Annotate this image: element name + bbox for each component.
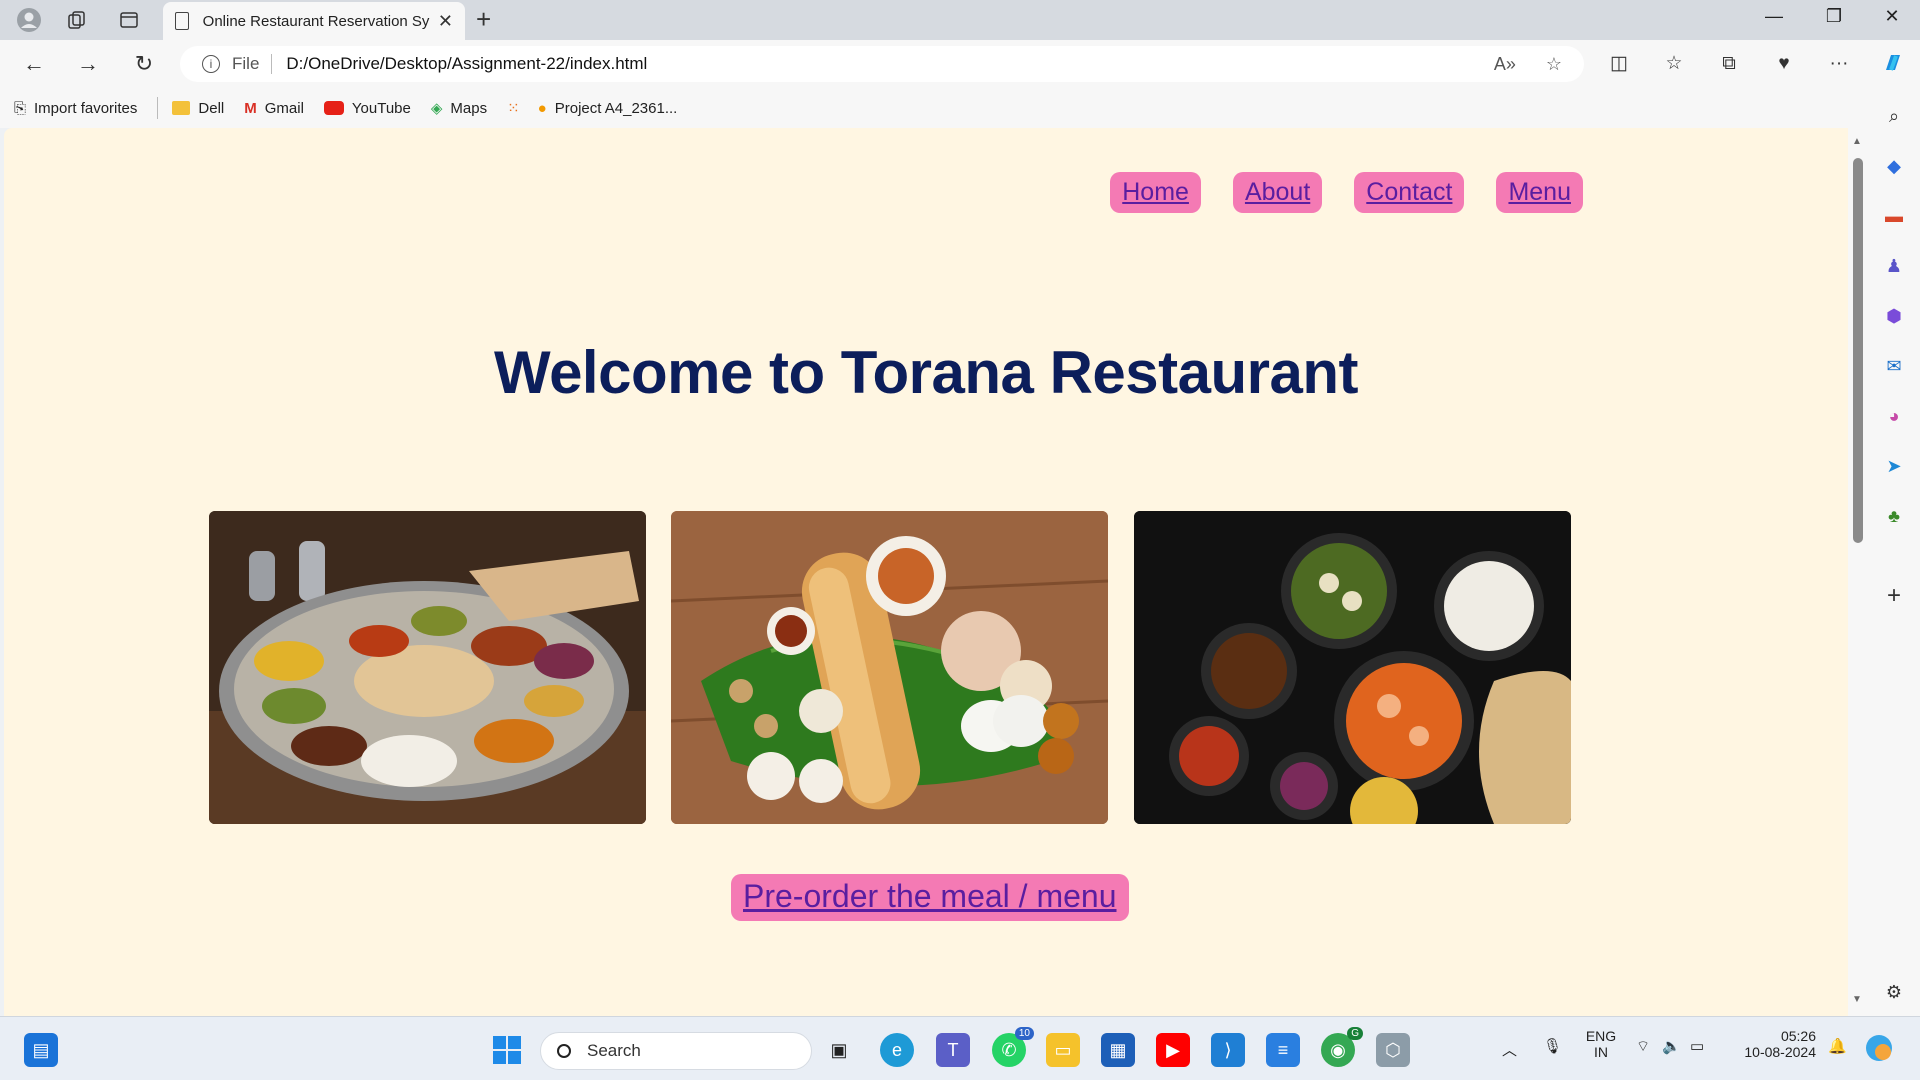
youtube-icon bbox=[323, 101, 344, 115]
search-icon bbox=[557, 1044, 571, 1058]
tree-icon[interactable]: ♣ bbox=[1880, 502, 1908, 530]
favorite-apps[interactable]: ⁙ bbox=[507, 99, 528, 117]
address-prefix: File bbox=[232, 54, 273, 74]
curries-photo bbox=[1134, 511, 1571, 824]
app-hex-icon[interactable]: ⬡ bbox=[1376, 1033, 1410, 1067]
split-screen-icon[interactable]: ◫ bbox=[1602, 50, 1636, 78]
show-hidden-icons[interactable]: ︿ bbox=[1502, 1039, 1517, 1060]
maps-icon: ◈ bbox=[430, 100, 443, 117]
copilot-taskbar-icon[interactable] bbox=[1864, 1033, 1894, 1067]
teams-icon[interactable]: T bbox=[936, 1033, 970, 1067]
back-icon[interactable]: ← bbox=[18, 50, 50, 78]
info-icon[interactable]: i bbox=[202, 55, 220, 73]
scroll-up-icon[interactable]: ▲ bbox=[1852, 136, 1862, 147]
collections-icon[interactable]: ⧉ bbox=[1712, 50, 1746, 78]
refresh-icon[interactable]: ↻ bbox=[128, 50, 160, 78]
site-nav: Home About Contact Menu bbox=[1110, 172, 1583, 213]
dosa-photo bbox=[671, 511, 1108, 824]
forward-icon[interactable]: → bbox=[72, 50, 104, 78]
folder-icon bbox=[172, 101, 191, 115]
vscode-icon[interactable]: ⟩ bbox=[1211, 1033, 1245, 1067]
language-indicator[interactable]: ENG IN bbox=[1584, 1028, 1618, 1060]
favorite-gmail[interactable]: M Gmail bbox=[244, 100, 304, 117]
clock[interactable]: 05:26 10-08-2024 bbox=[1736, 1028, 1816, 1060]
nav-home-link[interactable]: Home bbox=[1110, 172, 1201, 213]
task-view-icon[interactable]: ▣ bbox=[822, 1033, 856, 1067]
nav-about-link[interactable]: About bbox=[1232, 172, 1323, 213]
divider bbox=[157, 97, 159, 119]
add-icon[interactable]: + bbox=[1880, 582, 1908, 610]
read-aloud-icon[interactable]: A» bbox=[1494, 54, 1516, 75]
minimize-icon[interactable]: — bbox=[1754, 6, 1794, 27]
restore-icon[interactable]: ❐ bbox=[1814, 6, 1854, 27]
file-explorer-icon[interactable]: ▭ bbox=[1046, 1033, 1080, 1067]
nav-menu-link[interactable]: Menu bbox=[1496, 172, 1583, 213]
page-heading: Welcome to Torana Restaurant bbox=[494, 339, 1358, 406]
favorite-dell[interactable]: Dell bbox=[172, 100, 224, 117]
favorite-import[interactable]: ⎘ Import favorites bbox=[14, 100, 137, 117]
more-options-icon[interactable]: ··· bbox=[1822, 50, 1856, 78]
gmail-icon: M bbox=[244, 99, 257, 117]
store-icon[interactable]: ▦ bbox=[1101, 1033, 1135, 1067]
scrollbar-thumb[interactable] bbox=[1853, 158, 1863, 543]
edge-sidebar: ⌕ ◆ ▬ ♟ ⬢ ✉ ◕ ➤ ♣ + ⚙ bbox=[1868, 88, 1920, 1016]
youtube-app-icon[interactable]: ▶ bbox=[1156, 1033, 1190, 1067]
nav-contact-link[interactable]: Contact bbox=[1354, 172, 1465, 213]
widgets-icon[interactable]: ▤ bbox=[24, 1033, 58, 1067]
chrome-profile-badge: G bbox=[1347, 1027, 1363, 1040]
workspaces-icon[interactable] bbox=[62, 6, 92, 34]
new-tab-icon[interactable]: + bbox=[476, 4, 491, 35]
scroll-down-icon[interactable]: ▼ bbox=[1852, 994, 1862, 1005]
tab-title: Online Restaurant Reservation Sy bbox=[202, 12, 430, 30]
designer-icon[interactable]: ◕ bbox=[1880, 402, 1908, 430]
settings-gear-icon[interactable]: ⚙ bbox=[1880, 978, 1908, 1006]
favorites-icon[interactable]: ☆ bbox=[1657, 50, 1691, 78]
favorite-star-icon[interactable]: ☆ bbox=[1546, 54, 1562, 75]
close-tab-icon[interactable]: ✕ bbox=[438, 11, 453, 32]
tools-icon[interactable]: ▬ bbox=[1880, 202, 1908, 230]
office-icon[interactable]: ⬢ bbox=[1880, 302, 1908, 330]
thali-photo bbox=[209, 511, 646, 824]
edge-icon[interactable]: e bbox=[880, 1033, 914, 1067]
battery-icon[interactable]: ▭ bbox=[1690, 1037, 1704, 1055]
shopping-tag-icon[interactable]: ◆ bbox=[1880, 152, 1908, 180]
favorites-bar: ⎘ Import favorites Dell M Gmail YouTube … bbox=[0, 88, 1920, 128]
whatsapp-icon[interactable]: ✆ 10 bbox=[992, 1027, 1034, 1067]
telegram-icon[interactable]: ➤ bbox=[1880, 452, 1908, 480]
chrome-icon[interactable]: ◉ G bbox=[1321, 1027, 1363, 1067]
taskbar: ▤ Search ▣ e T ✆ 10 ▭ ▦ ▶ ⟩ ≡ ◉ G ⬡ ︿ 🎙 EN… bbox=[0, 1016, 1920, 1080]
profile-icon[interactable] bbox=[14, 6, 44, 34]
volume-icon[interactable]: 🔈 bbox=[1662, 1037, 1681, 1055]
start-icon[interactable] bbox=[490, 1033, 524, 1067]
title-bar: Online Restaurant Reservation Sy ✕ + — ❐… bbox=[0, 0, 1920, 40]
document-icon bbox=[175, 12, 189, 30]
search-icon[interactable]: ⌕ bbox=[1880, 102, 1908, 130]
address-bar[interactable]: i File D:/OneDrive/Desktop/Assignment-22… bbox=[180, 46, 1584, 82]
page-viewport: Home About Contact Menu Welcome to Toran… bbox=[4, 128, 1848, 1016]
apps-icon: ⁙ bbox=[507, 100, 520, 117]
taskbar-search-placeholder: Search bbox=[587, 1041, 641, 1060]
microphone-icon[interactable]: 🎙 bbox=[1543, 1037, 1562, 1055]
page-scrollbar[interactable]: ▲ ▼ bbox=[1848, 128, 1868, 1016]
outlook-icon[interactable]: ✉ bbox=[1880, 352, 1908, 380]
tab-actions-icon[interactable] bbox=[114, 6, 144, 34]
whatsapp-badge: 10 bbox=[1014, 1027, 1034, 1040]
favorite-youtube[interactable]: YouTube bbox=[323, 100, 411, 117]
taskbar-search[interactable]: Search bbox=[540, 1032, 812, 1070]
flame-icon: ● bbox=[537, 99, 547, 117]
url-text[interactable]: D:/OneDrive/Desktop/Assignment-22/index.… bbox=[286, 54, 1463, 74]
favorite-maps[interactable]: ◈ Maps bbox=[430, 99, 487, 118]
notification-bell-icon[interactable]: 🔔 bbox=[1828, 1037, 1847, 1055]
favorite-project[interactable]: ● Project A4_2361... bbox=[538, 100, 678, 117]
preorder-button[interactable]: Pre-order the meal / menu bbox=[731, 874, 1129, 921]
tab-active[interactable]: Online Restaurant Reservation Sy ✕ bbox=[163, 2, 465, 40]
close-window-icon[interactable]: ✕ bbox=[1872, 6, 1912, 27]
games-icon[interactable]: ♟ bbox=[1880, 252, 1908, 280]
wifi-icon[interactable]: ⌔ bbox=[1636, 1037, 1650, 1056]
navigation-bar: ← → ↻ i File D:/OneDrive/Desktop/Assignm… bbox=[0, 40, 1920, 88]
browser-essentials-icon[interactable]: ♥ bbox=[1767, 50, 1801, 78]
notepad-icon[interactable]: ≡ bbox=[1266, 1033, 1300, 1067]
copilot-icon[interactable] bbox=[1876, 50, 1910, 78]
import-icon: ⎘ bbox=[14, 99, 27, 117]
